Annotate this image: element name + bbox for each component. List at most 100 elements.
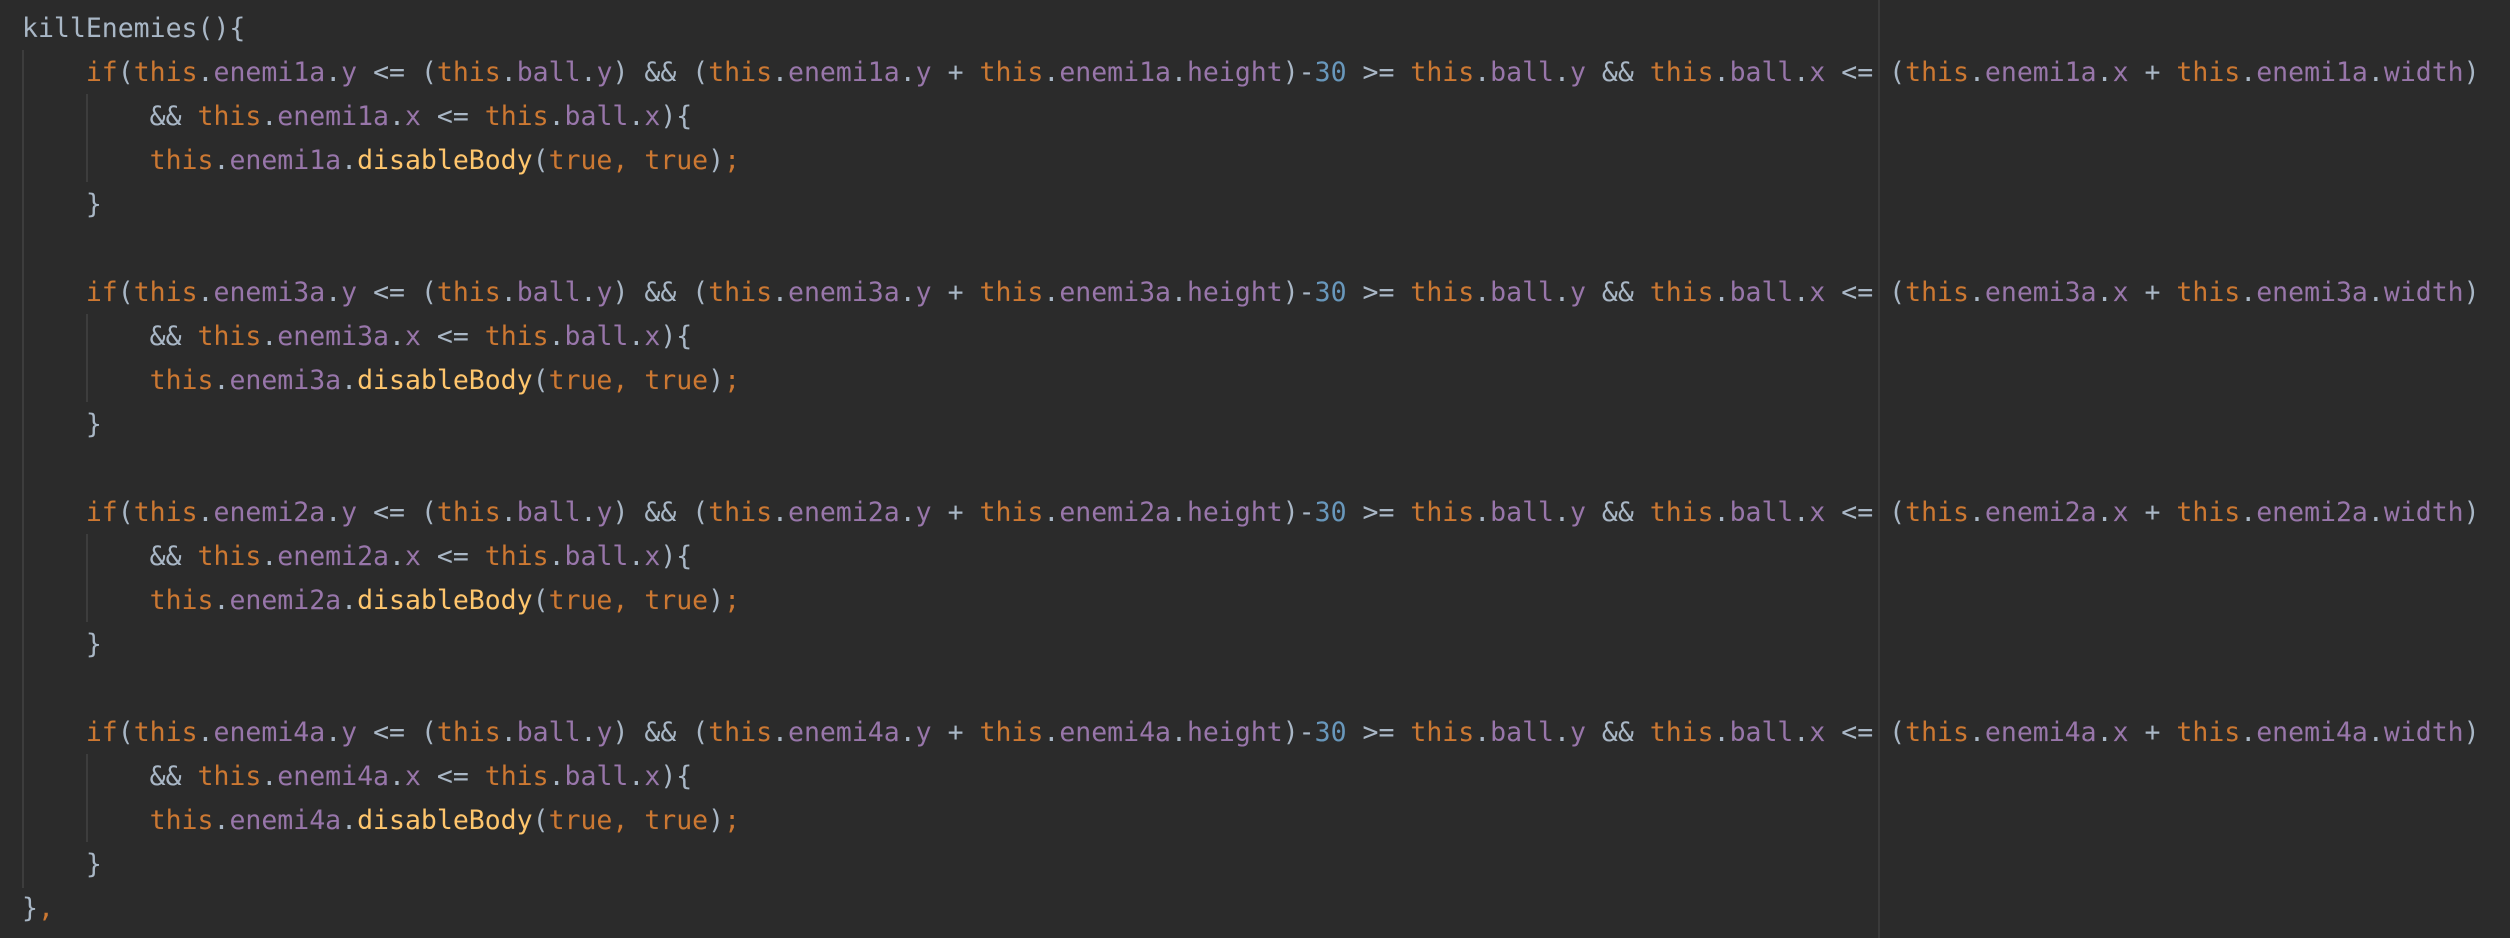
code-property: x (404, 321, 421, 352)
code-keyword: this (2176, 497, 2241, 528)
code-property: x (2112, 57, 2129, 88)
code-text: . (2096, 717, 2113, 748)
code-line-7[interactable]: if(this.enemi3a.y <= (this.ball.y) && (t… (22, 271, 2480, 315)
code-keyword: this (133, 277, 198, 308)
code-lines[interactable]: killEnemies(){ if(this.enemi1a.y <= (thi… (22, 7, 2480, 931)
code-property: enemi1a (1059, 57, 1171, 88)
code-text: ( (117, 717, 134, 748)
code-line-8[interactable]: && this.enemi3a.x <= this.ball.x){ (22, 315, 2480, 359)
code-line-12[interactable]: if(this.enemi2a.y <= (this.ball.y) && (t… (22, 491, 2480, 535)
code-text: . (1793, 277, 1810, 308)
code-line-1[interactable]: killEnemies(){ (22, 7, 2480, 51)
code-line-9[interactable]: this.enemi3a.disableBody(true, true); (22, 359, 2480, 403)
code-property: ball (516, 497, 581, 528)
code-property: ball (564, 321, 629, 352)
code-line-21[interactable]: }, (22, 887, 2480, 931)
code-text: . (1474, 497, 1491, 528)
code-property: x (404, 541, 421, 572)
code-line-20[interactable]: } (22, 843, 2480, 887)
code-text: . (325, 57, 342, 88)
code-text: . (1793, 57, 1810, 88)
code-keyword: this (1649, 57, 1714, 88)
code-line-11[interactable] (22, 447, 2480, 491)
code-property: enemi3a (2256, 277, 2368, 308)
code-property: enemi1a (788, 57, 900, 88)
code-text: . (500, 277, 517, 308)
code-text: . (772, 277, 789, 308)
code-line-10[interactable]: } (22, 403, 2480, 447)
code-text: <= ( (1825, 717, 1906, 748)
code-text: ) (2463, 57, 2480, 88)
code-property: y (596, 497, 613, 528)
code-editor[interactable]: killEnemies(){ if(this.enemi1a.y <= (thi… (0, 0, 2510, 938)
code-property: y (915, 277, 932, 308)
code-keyword: true (548, 145, 613, 176)
code-keyword: true (644, 145, 709, 176)
code-property: ball (1490, 57, 1554, 88)
code-text: ) (708, 365, 725, 396)
code-line-2[interactable]: if(this.enemi1a.y <= (this.ball.y) && (t… (22, 51, 2480, 95)
code-line-14[interactable]: this.enemi2a.disableBody(true, true); (22, 579, 2480, 623)
code-property: enemi2a (229, 585, 342, 616)
code-keyword: this (979, 497, 1044, 528)
code-line-19[interactable]: this.enemi4a.disableBody(true, true); (22, 799, 2480, 843)
code-property: enemi3a (277, 321, 389, 352)
code-text: . (1554, 57, 1570, 88)
code-keyword: true (644, 365, 709, 396)
code-property: enemi2a (2256, 497, 2368, 528)
code-property: x (644, 761, 661, 792)
code-keyword: if (85, 57, 118, 88)
code-keyword: this (484, 541, 549, 572)
code-keyword: ; (724, 585, 741, 616)
code-property: height (1186, 57, 1283, 88)
code-property: ball (564, 101, 629, 132)
code-keyword: this (197, 541, 262, 572)
code-property: height (1186, 277, 1283, 308)
code-text: ) (708, 585, 725, 616)
code-text: ) && ( (612, 277, 709, 308)
code-line-16[interactable] (22, 667, 2480, 711)
code-text: . (772, 57, 789, 88)
code-property: height (1186, 497, 1283, 528)
code-keyword: ; (724, 365, 741, 396)
code-keyword: this (2176, 717, 2241, 748)
code-line-15[interactable]: } (22, 623, 2480, 667)
code-line-6[interactable] (22, 227, 2480, 271)
code-line-5[interactable]: } (22, 183, 2480, 227)
code-text: . (772, 717, 789, 748)
code-text: . (580, 277, 597, 308)
code-text: + (931, 57, 980, 88)
code-text: ( (117, 277, 134, 308)
code-line-13[interactable]: && this.enemi2a.x <= this.ball.x){ (22, 535, 2480, 579)
code-text: <= ( (1825, 57, 1906, 88)
code-text: . (1171, 277, 1187, 308)
code-text: . (1713, 497, 1730, 528)
code-text: )- (1282, 57, 1315, 88)
code-text: + (2128, 57, 2177, 88)
code-text: ) (708, 805, 725, 836)
code-text: ) (2463, 497, 2480, 528)
code-line-18[interactable]: && this.enemi4a.x <= this.ball.x){ (22, 755, 2480, 799)
code-text: <= ( (357, 717, 437, 748)
code-keyword: this (1649, 497, 1714, 528)
code-line-17[interactable]: if(this.enemi4a.y <= (this.ball.y) && (t… (22, 711, 2480, 755)
code-line-4[interactable]: this.enemi1a.disableBody(true, true); (22, 139, 2480, 183)
code-text: . (899, 57, 916, 88)
code-keyword: true (548, 805, 613, 836)
code-text: . (1968, 497, 1985, 528)
code-text: . (261, 541, 278, 572)
code-text: + (2128, 717, 2177, 748)
code-line-3[interactable]: && this.enemi1a.x <= this.ball.x){ (22, 95, 2480, 139)
code-property: enemi1a (229, 145, 342, 176)
code-text: . (1968, 57, 1985, 88)
code-text: . (213, 585, 230, 616)
code-text: . (548, 541, 565, 572)
code-text: . (899, 717, 916, 748)
code-keyword: this (1905, 57, 1969, 88)
code-property: x (1809, 497, 1826, 528)
code-keyword: ; (724, 145, 741, 176)
